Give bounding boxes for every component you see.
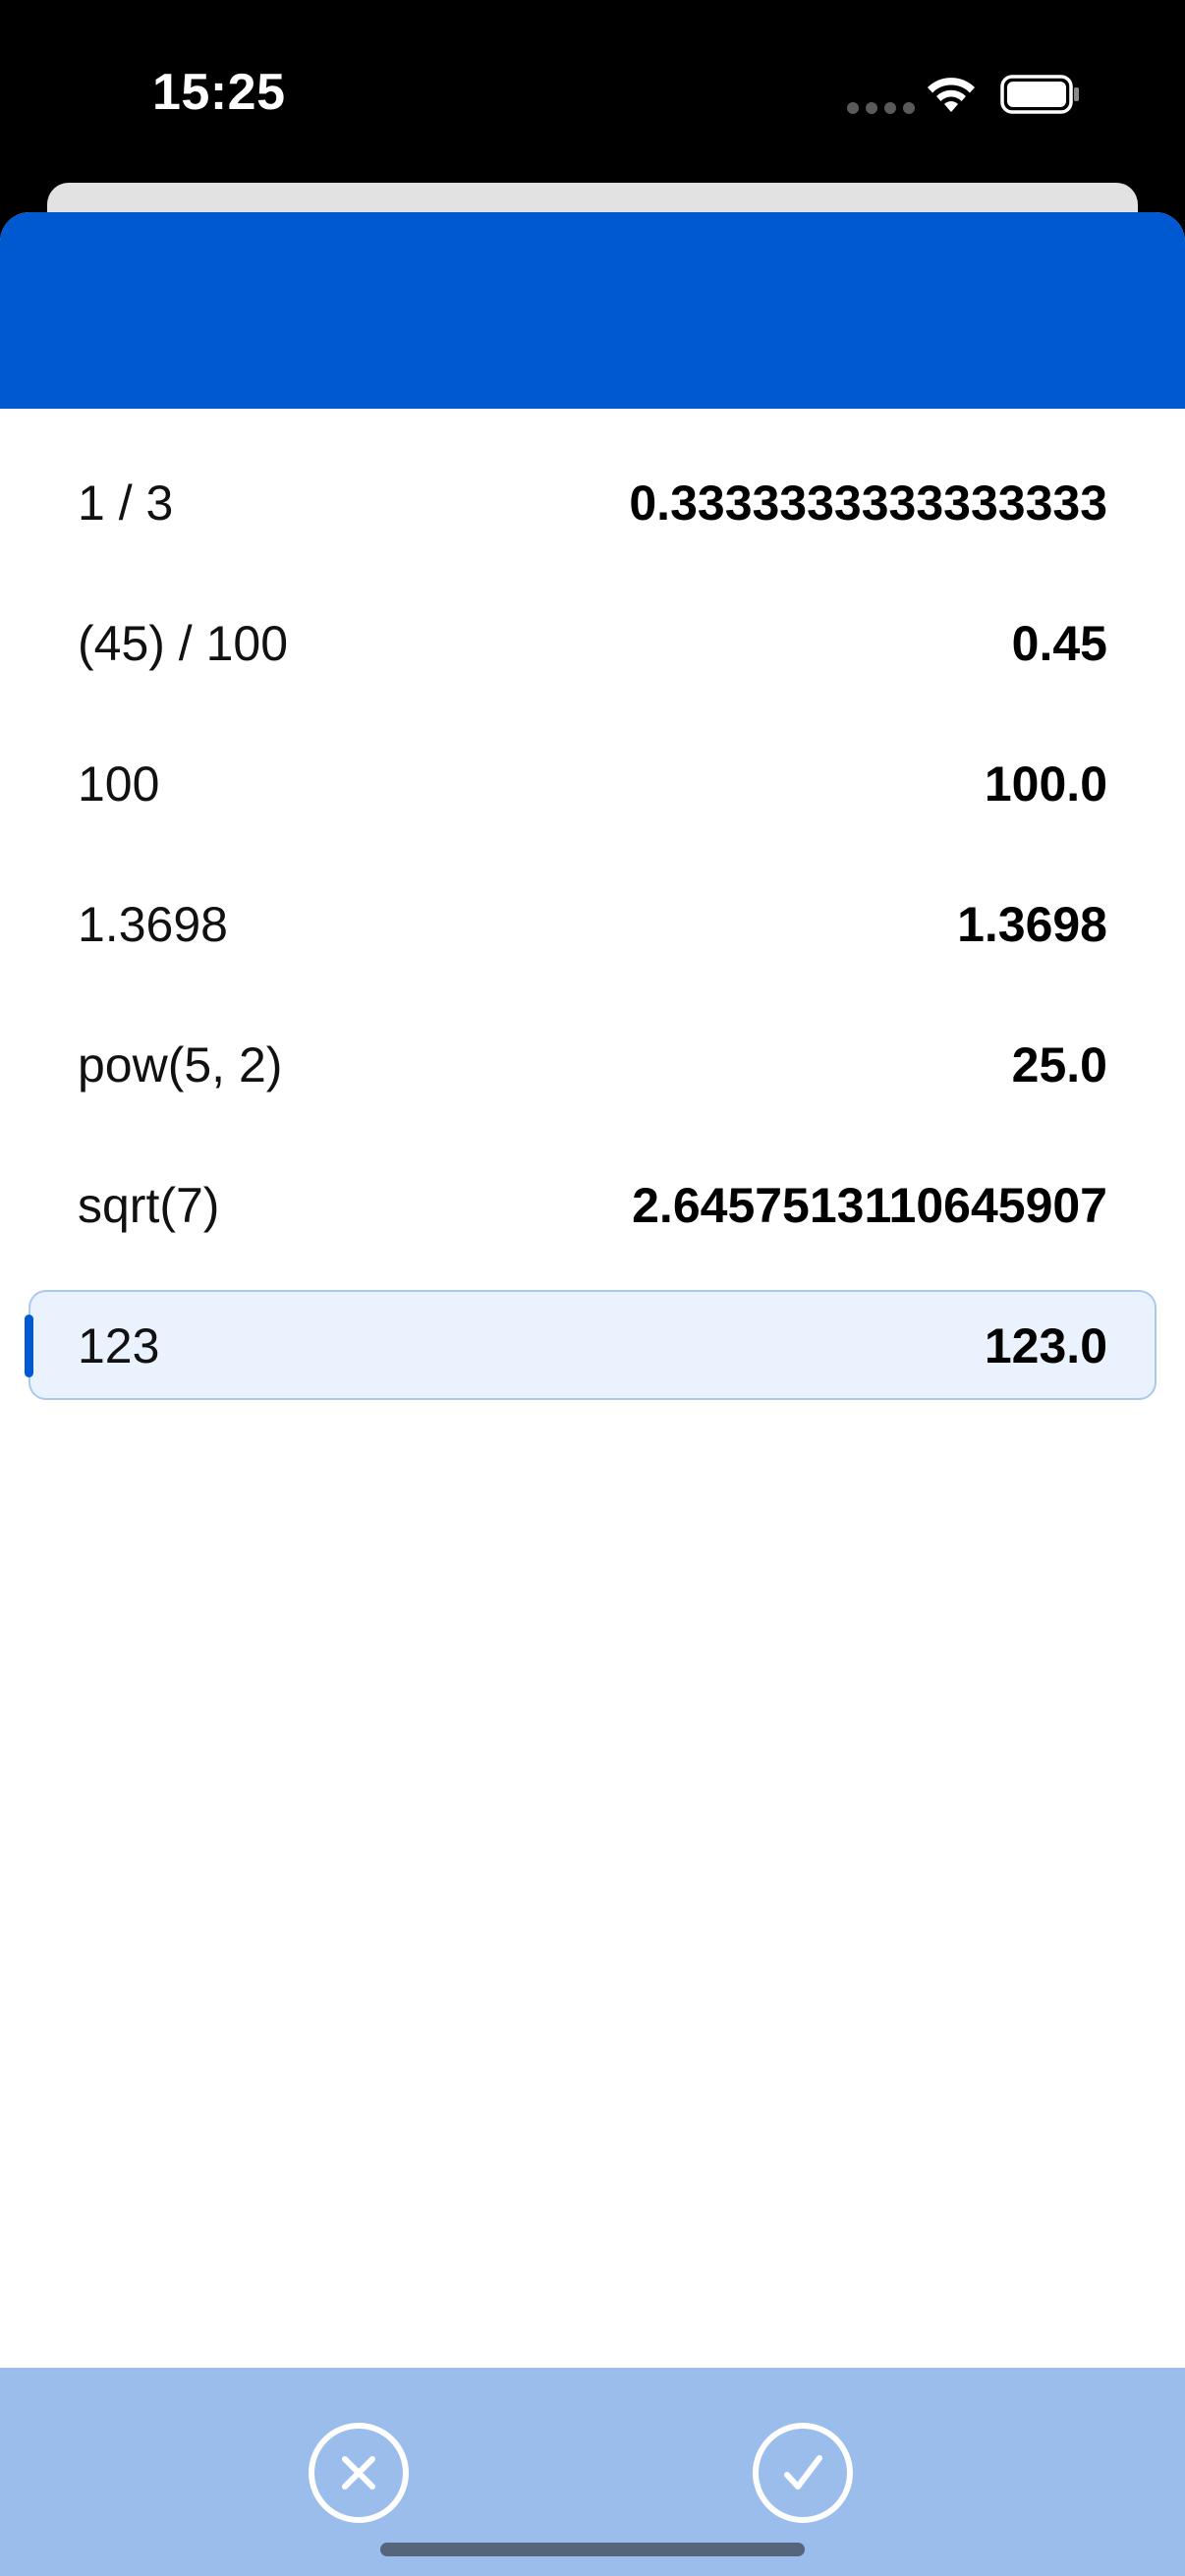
- history-expression: 123: [78, 1317, 160, 1373]
- history-result: 25.0: [1011, 1036, 1107, 1092]
- history-result: 0.3333333333333333: [629, 475, 1107, 531]
- history-row[interactable]: sqrt(7) 2.6457513110645907: [0, 1135, 1185, 1275]
- confirm-button[interactable]: [753, 2423, 853, 2523]
- history-result: 123.0: [984, 1317, 1107, 1373]
- history-row[interactable]: 100 100.0: [0, 713, 1185, 854]
- history-result: 100.0: [984, 756, 1107, 812]
- status-bar: 15:25: [0, 0, 1185, 183]
- history-expression: sqrt(7): [78, 1177, 220, 1233]
- history-expression: (45) / 100: [78, 615, 289, 671]
- history-sheet: 1 / 3 0.3333333333333333 (45) / 100 0.45…: [0, 212, 1185, 2576]
- history-expression: 100: [78, 756, 160, 812]
- history-row[interactable]: 1.3698 1.3698: [0, 854, 1185, 994]
- history-row-selected[interactable]: 123 123.0: [0, 1275, 1185, 1416]
- history-result: 1.3698: [957, 896, 1107, 952]
- home-indicator: [380, 2543, 805, 2556]
- history-expression: 1 / 3: [78, 475, 174, 531]
- status-time: 15:25: [152, 64, 286, 121]
- history-result: 0.45: [1011, 615, 1107, 671]
- history-row[interactable]: (45) / 100 0.45: [0, 573, 1185, 713]
- check-icon: [784, 2455, 822, 2490]
- cancel-button[interactable]: [309, 2423, 409, 2523]
- wifi-icon: [928, 78, 975, 112]
- history-row[interactable]: pow(5, 2) 25.0: [0, 994, 1185, 1135]
- close-icon: [342, 2456, 375, 2490]
- history-result: 2.6457513110645907: [632, 1177, 1107, 1233]
- history-row[interactable]: 1 / 3 0.3333333333333333: [0, 432, 1185, 573]
- selection-marker: [25, 1315, 33, 1377]
- sheet-header: [0, 212, 1185, 409]
- history-expression: 1.3698: [78, 896, 228, 952]
- history-list: 1 / 3 0.3333333333333333 (45) / 100 0.45…: [0, 432, 1185, 1416]
- battery-icon: [1000, 75, 1079, 114]
- signal-dots-icon: [847, 102, 915, 114]
- history-expression: pow(5, 2): [78, 1036, 283, 1092]
